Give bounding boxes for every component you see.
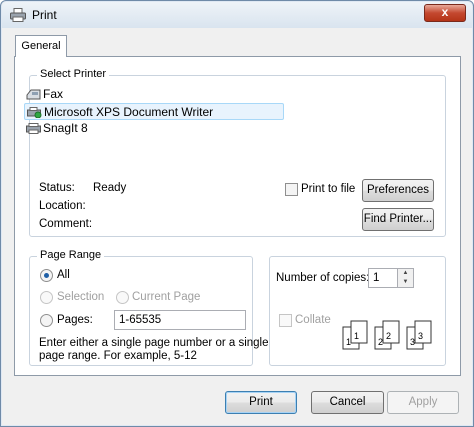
- location-label: Location:: [39, 200, 86, 212]
- printer-item-xps[interactable]: Microsoft XPS Document Writer: [24, 103, 284, 120]
- status-label: Status:: [39, 182, 75, 194]
- printer-item-snagit[interactable]: SnagIt 8: [24, 120, 286, 137]
- current-page-label: Current Page: [132, 291, 201, 303]
- printer-item-label: Microsoft XPS Document Writer: [44, 105, 214, 119]
- pages-radio[interactable]: [40, 314, 53, 327]
- printer-icon: [10, 8, 26, 22]
- spin-down-icon[interactable]: ▼: [398, 278, 413, 287]
- spin-up-icon[interactable]: ▲: [398, 269, 413, 278]
- window-title: Print: [32, 8, 57, 22]
- pages-label: Pages:: [57, 314, 93, 326]
- collate-page-number: 1: [346, 337, 351, 347]
- printer-icon: [26, 123, 41, 134]
- fax-icon: [26, 89, 41, 100]
- collate-page-number: 2: [378, 337, 383, 347]
- number-of-copies-label: Number of copies:: [276, 272, 370, 284]
- collate-pages-icon: 1 1 2 2 3 3: [342, 320, 432, 350]
- page-range-hint-line1: Enter either a single page number or a s…: [39, 337, 269, 349]
- tab-general[interactable]: General: [15, 35, 67, 57]
- current-page-radio[interactable]: [116, 291, 129, 304]
- collate-page-number: 1: [354, 331, 359, 341]
- printer-default-icon: [27, 107, 42, 118]
- status-value: Ready: [93, 182, 127, 194]
- printer-item-label: Fax: [43, 87, 64, 101]
- printer-item-fax[interactable]: Fax: [24, 86, 286, 103]
- select-printer-label: Select Printer: [37, 68, 110, 80]
- print-to-file-checkbox[interactable]: [285, 183, 298, 196]
- pages-input[interactable]: 1-65535: [114, 310, 246, 330]
- collate-checkbox[interactable]: [279, 314, 292, 327]
- print-dialog: Print x General Select Printer Fax Micro…: [0, 0, 474, 427]
- page-range-label: Page Range: [37, 249, 105, 261]
- all-pages-label: All: [57, 269, 70, 281]
- copies-input[interactable]: 1: [368, 268, 398, 288]
- all-pages-radio[interactable]: [40, 269, 53, 282]
- close-button[interactable]: x: [424, 4, 466, 22]
- selection-label: Selection: [57, 291, 105, 303]
- cancel-button[interactable]: Cancel: [311, 391, 384, 414]
- preferences-button[interactable]: Preferences: [362, 179, 434, 202]
- selection-radio[interactable]: [40, 291, 53, 304]
- print-to-file-label: Print to file: [301, 183, 356, 195]
- printer-list[interactable]: Fax Microsoft XPS Document Writer SnagIt…: [24, 86, 286, 137]
- collate-page-number: 3: [410, 337, 415, 347]
- collate-label: Collate: [295, 314, 331, 326]
- title-bar[interactable]: Print x: [2, 2, 472, 28]
- print-button[interactable]: Print: [225, 391, 297, 414]
- printer-item-label: SnagIt 8: [43, 121, 88, 135]
- copies-spinner[interactable]: ▲ ▼: [398, 268, 414, 288]
- collate-page-number: 2: [386, 331, 391, 341]
- collate-page-number: 3: [418, 331, 423, 341]
- page-range-hint-line2: page range. For example, 5-12: [39, 350, 197, 362]
- apply-button[interactable]: Apply: [387, 391, 459, 414]
- find-printer-button[interactable]: Find Printer...: [362, 208, 434, 231]
- comment-label: Comment:: [39, 218, 93, 230]
